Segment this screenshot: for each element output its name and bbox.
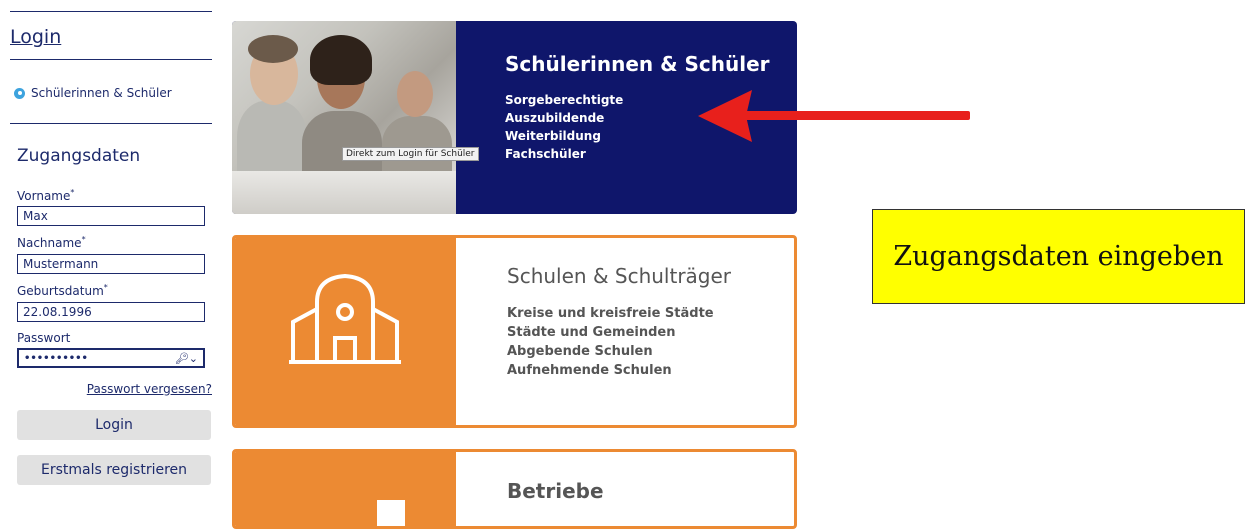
schools-card-list: Kreise und kreisfreie Städte Städte und … bbox=[507, 304, 714, 380]
companies-icon bbox=[377, 500, 405, 526]
students-photo: Direkt zum Login für Schüler bbox=[232, 21, 479, 214]
list-item[interactable]: Auszubildende bbox=[505, 109, 623, 127]
login-link[interactable]: Login bbox=[10, 26, 61, 48]
companies-card[interactable]: Betriebe bbox=[232, 449, 797, 529]
role-label: Schülerinnen & Schüler bbox=[31, 86, 172, 100]
radio-selected-icon bbox=[14, 87, 25, 99]
list-item[interactable]: Sorgeberechtigte bbox=[505, 91, 623, 109]
firstname-field[interactable]: Max bbox=[17, 206, 205, 226]
divider bbox=[10, 123, 212, 124]
red-arrow bbox=[698, 90, 970, 142]
school-building-icon bbox=[289, 273, 401, 364]
companies-card-title[interactable]: Betriebe bbox=[507, 479, 604, 503]
birthdate-label: Geburtsdatum* bbox=[17, 283, 108, 298]
schools-card[interactable]: Schulen & Schulträger Kreise und kreisfr… bbox=[232, 235, 797, 428]
list-item[interactable]: Aufnehmende Schulen bbox=[507, 361, 714, 380]
forgot-password-link[interactable]: Passwort vergessen? bbox=[87, 382, 212, 396]
list-item[interactable]: Fachschüler bbox=[505, 145, 623, 163]
list-item[interactable]: Abgebende Schulen bbox=[507, 342, 714, 361]
password-field[interactable]: •••••••••• 🔑︎⌄ bbox=[17, 348, 205, 368]
password-label: Passwort bbox=[17, 331, 71, 345]
list-item[interactable]: Kreise und kreisfreie Städte bbox=[507, 304, 714, 323]
lastname-field[interactable]: Mustermann bbox=[17, 254, 205, 274]
register-button[interactable]: Erstmals registrieren bbox=[17, 455, 211, 485]
key-icon[interactable]: 🔑︎⌄ bbox=[175, 352, 198, 365]
login-button[interactable]: Login bbox=[17, 410, 211, 440]
role-radio-students[interactable]: Schülerinnen & Schüler bbox=[14, 86, 172, 100]
section-title: Zugangsdaten bbox=[17, 146, 141, 166]
lastname-label: Nachname* bbox=[17, 235, 86, 250]
firstname-label: Vorname* bbox=[17, 188, 75, 203]
schools-icon-pane bbox=[235, 238, 456, 425]
annotation-callout: Zugangsdaten eingeben bbox=[872, 209, 1245, 304]
list-item[interactable]: Weiterbildung bbox=[505, 127, 623, 145]
password-value: •••••••••• bbox=[24, 352, 88, 364]
tooltip: Direkt zum Login für Schüler bbox=[342, 147, 479, 161]
birthdate-field[interactable]: 22.08.1996 bbox=[17, 302, 205, 322]
students-card-title[interactable]: Schülerinnen & Schüler bbox=[505, 52, 770, 76]
students-card-list: Sorgeberechtigte Auszubildende Weiterbil… bbox=[505, 91, 623, 163]
top-divider bbox=[10, 11, 212, 12]
companies-icon-pane bbox=[235, 452, 456, 526]
list-item[interactable]: Städte und Gemeinden bbox=[507, 323, 714, 342]
schools-card-title[interactable]: Schulen & Schulträger bbox=[507, 264, 731, 288]
desk bbox=[232, 171, 456, 214]
divider bbox=[10, 59, 212, 60]
